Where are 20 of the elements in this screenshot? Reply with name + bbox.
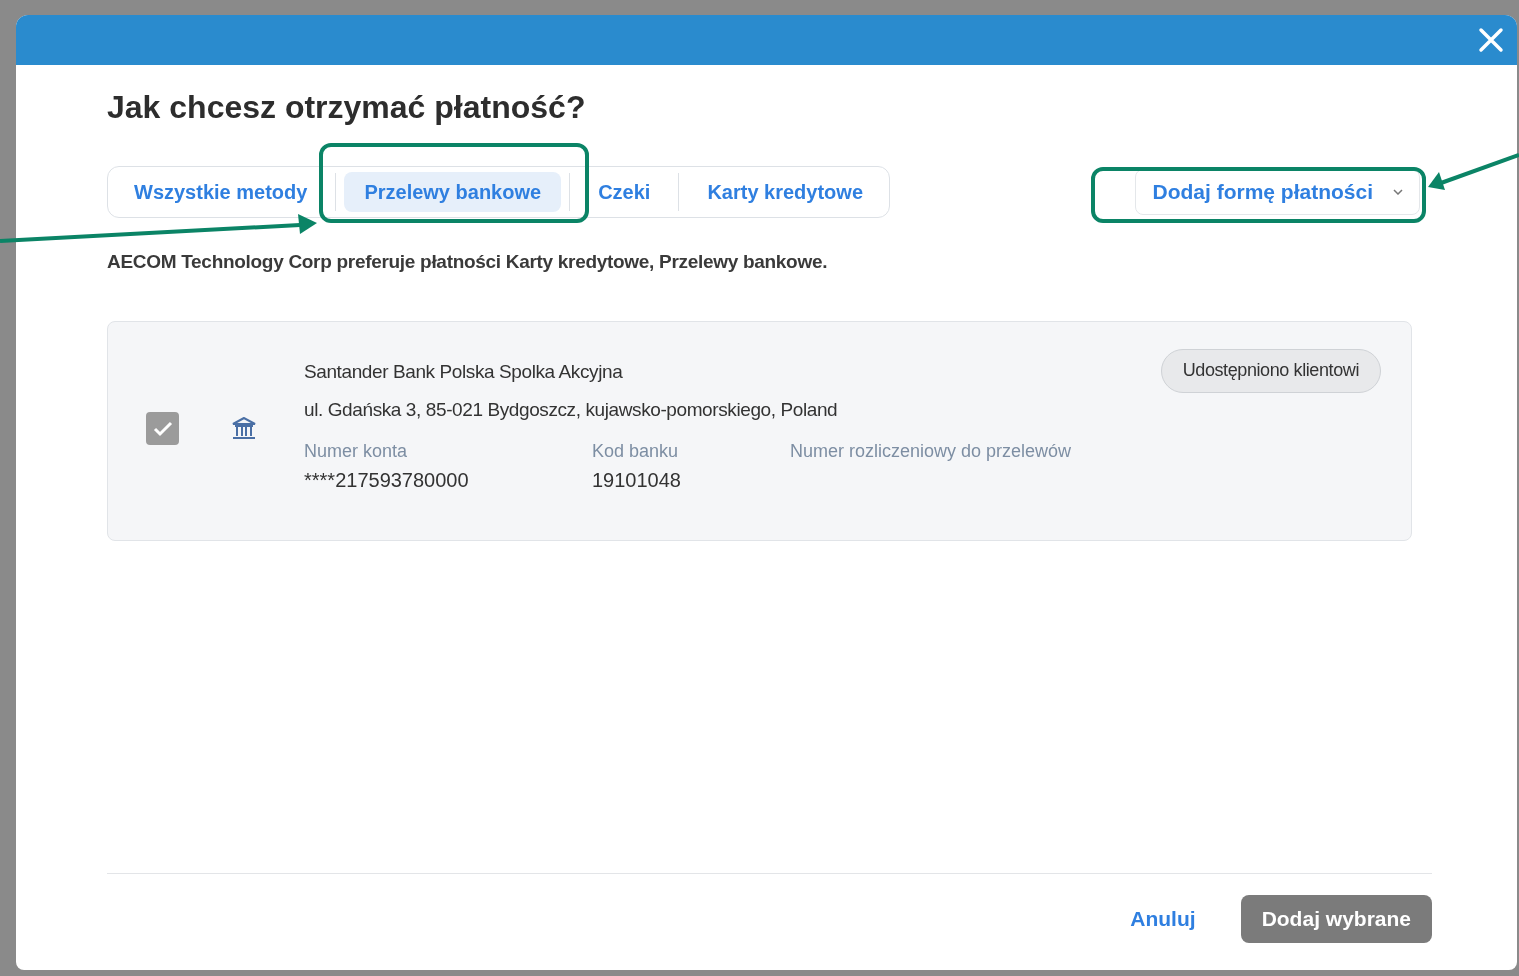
field-label: Kod banku <box>592 440 679 463</box>
preference-note: AECOM Technology Corp preferuje płatności Karty kredytowe, Przelewy bankowe. <box>107 250 828 274</box>
checkbox[interactable] <box>146 412 179 445</box>
close-icon <box>1478 27 1504 53</box>
bank-name: Santander Bank Polska Spolka Akcyjna <box>304 359 623 384</box>
checkmark-icon <box>152 420 173 437</box>
dialog-title: Jak chcesz otrzymać płatność? <box>107 88 586 127</box>
field-value: ****217593780000 <box>304 468 469 493</box>
field-label: Numer konta <box>304 440 408 463</box>
shared-status-badge: Udostępniono klientowi <box>1160 348 1381 393</box>
bank-address: ul. Gdańska 3, 85-021 Bydgoszcz, kujawsko-pomorskiego, Poland <box>304 397 838 422</box>
field-label: Numer rozliczeniowy do przelewów <box>790 440 1072 463</box>
tab[interactable]: Czeki <box>578 172 671 212</box>
bank-icon <box>231 416 257 441</box>
field-value: 19101048 <box>592 468 681 493</box>
tab[interactable]: Wszystkie metody <box>114 172 328 212</box>
chevron-down-icon <box>1393 189 1403 195</box>
tab[interactable]: Przelewy bankowe <box>344 172 562 212</box>
tab[interactable]: Karty kredytowe <box>687 172 883 212</box>
cancel-link[interactable]: Anuluj <box>1130 903 1196 935</box>
